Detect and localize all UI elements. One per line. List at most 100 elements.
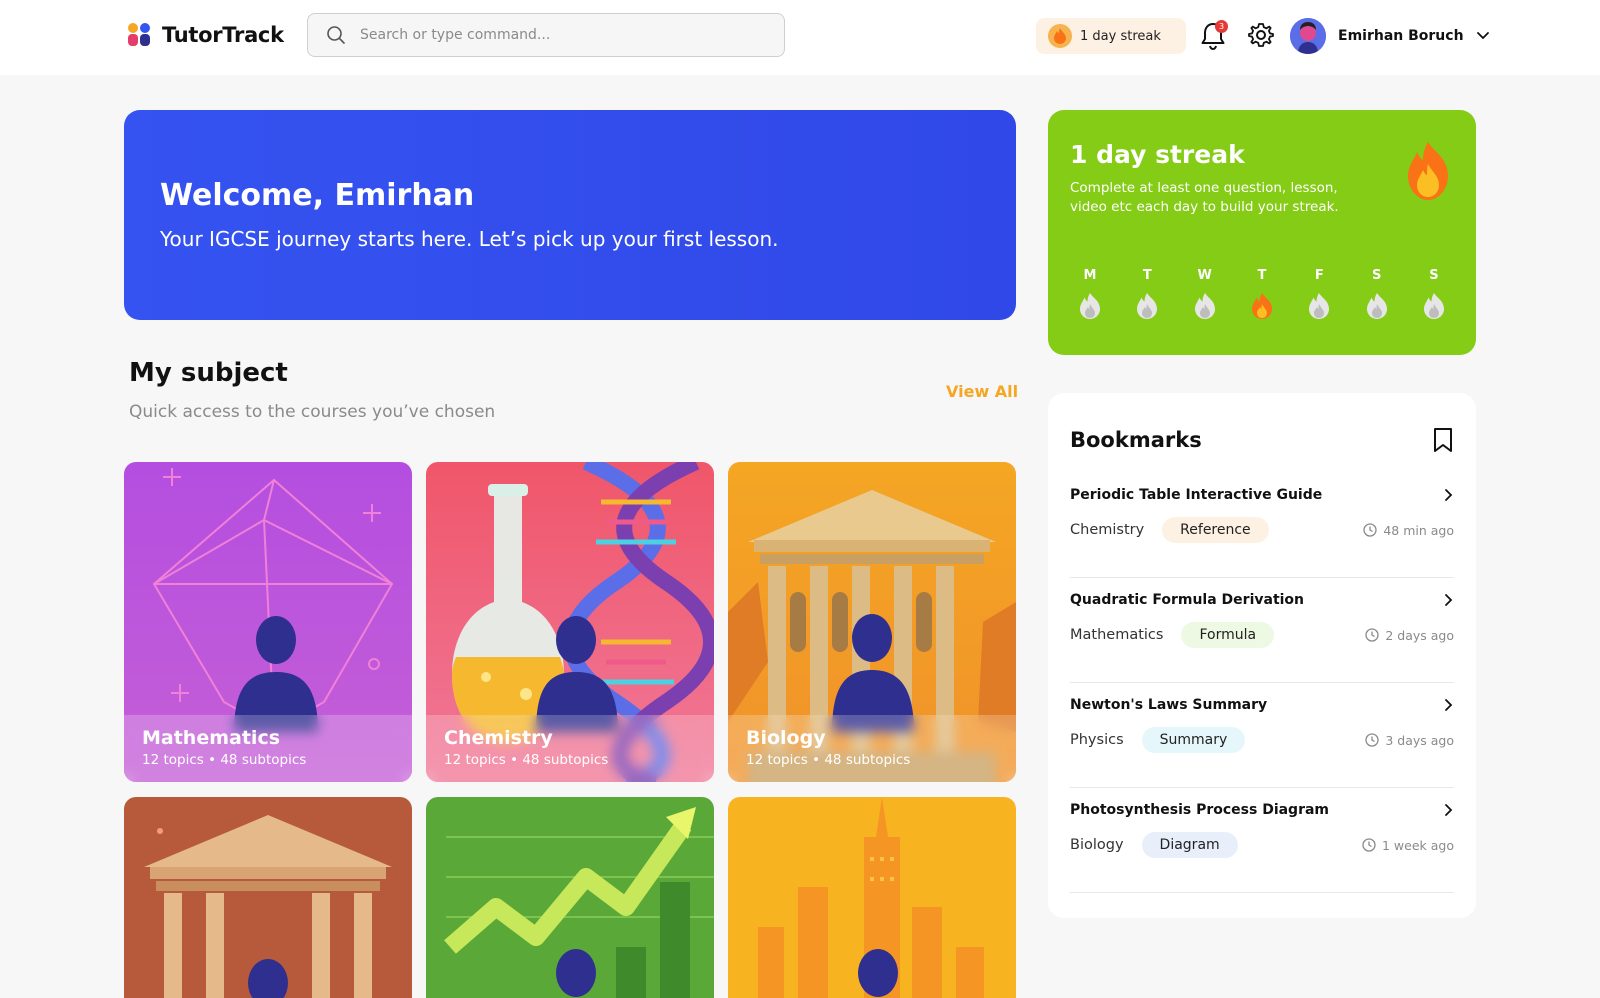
bookmark-time: 2 days ago xyxy=(1365,628,1454,643)
bookmark-time: 48 min ago xyxy=(1363,523,1454,538)
subject-name: Mathematics xyxy=(142,727,281,749)
day-label: W xyxy=(1197,268,1212,283)
streak-week: M T W T F S S xyxy=(1070,268,1454,319)
flame-inactive-icon xyxy=(1423,293,1444,319)
settings-button[interactable] xyxy=(1247,21,1275,49)
bookmark-time-text: 3 days ago xyxy=(1385,732,1454,748)
bookmark-tag: Formula xyxy=(1181,622,1275,648)
bookmark-subject: Chemistry xyxy=(1070,522,1145,538)
bookmark-title: Newton's Laws Summary xyxy=(1070,697,1268,713)
subject-meta: 12 topics • 48 subtopics xyxy=(746,752,911,768)
clock-icon xyxy=(1365,628,1379,642)
flame-active-icon xyxy=(1251,293,1272,319)
geography-illustration xyxy=(728,797,1016,998)
chevron-right-icon[interactable] xyxy=(1444,803,1454,817)
day-label: S xyxy=(1429,268,1439,283)
view-all-link[interactable]: View All xyxy=(946,382,1018,401)
bookmark-title: Photosynthesis Process Diagram xyxy=(1070,802,1330,818)
streak-day: T xyxy=(1127,268,1167,319)
day-label: M xyxy=(1083,268,1097,283)
logo[interactable]: TutorTrack xyxy=(124,18,284,52)
chevron-right-icon[interactable] xyxy=(1444,488,1454,502)
streak-day: S xyxy=(1357,268,1397,319)
welcome-title: Welcome, Emirhan xyxy=(160,178,475,213)
day-label: T xyxy=(1257,268,1267,283)
user-menu[interactable]: Emirhan Boruch xyxy=(1290,17,1490,55)
economics-illustration xyxy=(426,797,714,998)
bookmark-subject: Biology xyxy=(1070,837,1124,853)
subject-card-mathematics[interactable]: Mathematics 12 topics • 48 subtopics xyxy=(124,462,412,782)
section-subtitle: Quick access to the courses you’ve chose… xyxy=(129,402,496,422)
flame-inactive-icon xyxy=(1080,293,1100,319)
flame-inactive-icon xyxy=(1309,293,1330,319)
chevron-right-icon[interactable] xyxy=(1444,698,1454,712)
streak-day: M xyxy=(1070,268,1110,319)
clock-icon xyxy=(1362,838,1376,852)
streak-day: F xyxy=(1299,268,1339,319)
bookmark-item[interactable]: Newton's Laws Summary Physics Summary 3 … xyxy=(1070,683,1454,788)
day-label: F xyxy=(1314,268,1324,283)
user-name: Emirhan Boruch xyxy=(1338,28,1464,44)
bookmark-tag: Summary xyxy=(1141,727,1246,753)
bookmark-time: 1 week ago xyxy=(1362,838,1454,853)
bookmarks-header: Bookmarks xyxy=(1070,427,1454,453)
bookmark-time-text: 2 days ago xyxy=(1385,627,1454,643)
bookmark-item[interactable]: Quadratic Formula Derivation Mathematics… xyxy=(1070,578,1454,683)
brand-name: TutorTrack xyxy=(162,23,284,47)
history-illustration xyxy=(124,797,412,998)
streak-title: 1 day streak xyxy=(1070,140,1245,169)
bookmark-subject: Mathematics xyxy=(1070,627,1164,643)
section-title: My subject xyxy=(129,358,288,388)
subject-card[interactable] xyxy=(728,797,1016,998)
notifications-button[interactable]: 3 xyxy=(1200,20,1228,52)
bookmark-icon[interactable] xyxy=(1432,427,1454,453)
subject-card[interactable] xyxy=(124,797,412,998)
card-caption: Chemistry 12 topics • 48 subtopics xyxy=(426,715,714,782)
streak-pill[interactable]: 1 day streak xyxy=(1036,18,1186,54)
flame-icon xyxy=(1048,24,1072,48)
card-caption: Biology 12 topics • 48 subtopics xyxy=(728,715,1016,782)
welcome-subtitle: Your IGCSE journey starts here. Let’s pi… xyxy=(160,227,779,251)
subject-card-biology[interactable]: Biology 12 topics • 48 subtopics xyxy=(728,462,1016,782)
streak-card: 1 day streak Complete at least one quest… xyxy=(1048,110,1476,355)
day-label: S xyxy=(1371,268,1382,283)
streak-day: W xyxy=(1185,268,1225,319)
chevron-down-icon[interactable] xyxy=(1476,31,1490,41)
bookmark-item[interactable]: Periodic Table Interactive Guide Chemist… xyxy=(1070,473,1454,578)
bookmark-time: 3 days ago xyxy=(1365,733,1454,748)
avatar xyxy=(1290,18,1326,54)
subject-card[interactable] xyxy=(426,797,714,998)
subject-name: Chemistry xyxy=(444,727,553,749)
subject-name: Biology xyxy=(746,727,826,749)
day-label: T xyxy=(1142,268,1152,283)
search-bar[interactable] xyxy=(307,13,785,57)
clock-icon xyxy=(1363,523,1377,537)
gear-icon xyxy=(1248,23,1274,47)
bookmark-subject: Physics xyxy=(1070,732,1124,748)
flame-inactive-icon xyxy=(1137,293,1158,319)
streak-pill-label: 1 day streak xyxy=(1080,28,1161,44)
streak-description: Complete at least one question, lesson, … xyxy=(1070,180,1339,215)
card-caption: Mathematics 12 topics • 48 subtopics xyxy=(124,715,412,782)
bookmark-tag: Reference xyxy=(1162,517,1269,543)
bookmark-title: Periodic Table Interactive Guide xyxy=(1070,487,1323,503)
streak-day: S xyxy=(1414,268,1454,319)
notification-badge: 3 xyxy=(1215,20,1228,33)
subject-card-chemistry[interactable]: Chemistry 12 topics • 48 subtopics xyxy=(426,462,714,782)
flame-inactive-icon xyxy=(1366,293,1387,319)
bookmark-item[interactable]: Photosynthesis Process Diagram Biology D… xyxy=(1070,788,1454,893)
chevron-right-icon[interactable] xyxy=(1444,593,1454,607)
bookmarks-panel: Bookmarks Periodic Table Interactive Gui… xyxy=(1048,393,1476,918)
streak-day-active: T xyxy=(1242,268,1282,319)
clock-icon xyxy=(1365,733,1379,747)
search-input[interactable] xyxy=(360,27,740,43)
flame-inactive-icon xyxy=(1194,293,1215,319)
bookmark-time-text: 1 week ago xyxy=(1382,837,1454,853)
subject-meta: 12 topics • 48 subtopics xyxy=(444,752,609,768)
welcome-banner: Welcome, Emirhan Your IGCSE journey star… xyxy=(124,110,1016,320)
bookmarks-title: Bookmarks xyxy=(1070,428,1202,452)
bookmark-tag: Diagram xyxy=(1141,832,1238,858)
logo-mark-icon xyxy=(128,23,150,46)
fire-icon xyxy=(1408,142,1448,200)
bookmark-time-text: 48 min ago xyxy=(1383,522,1454,538)
